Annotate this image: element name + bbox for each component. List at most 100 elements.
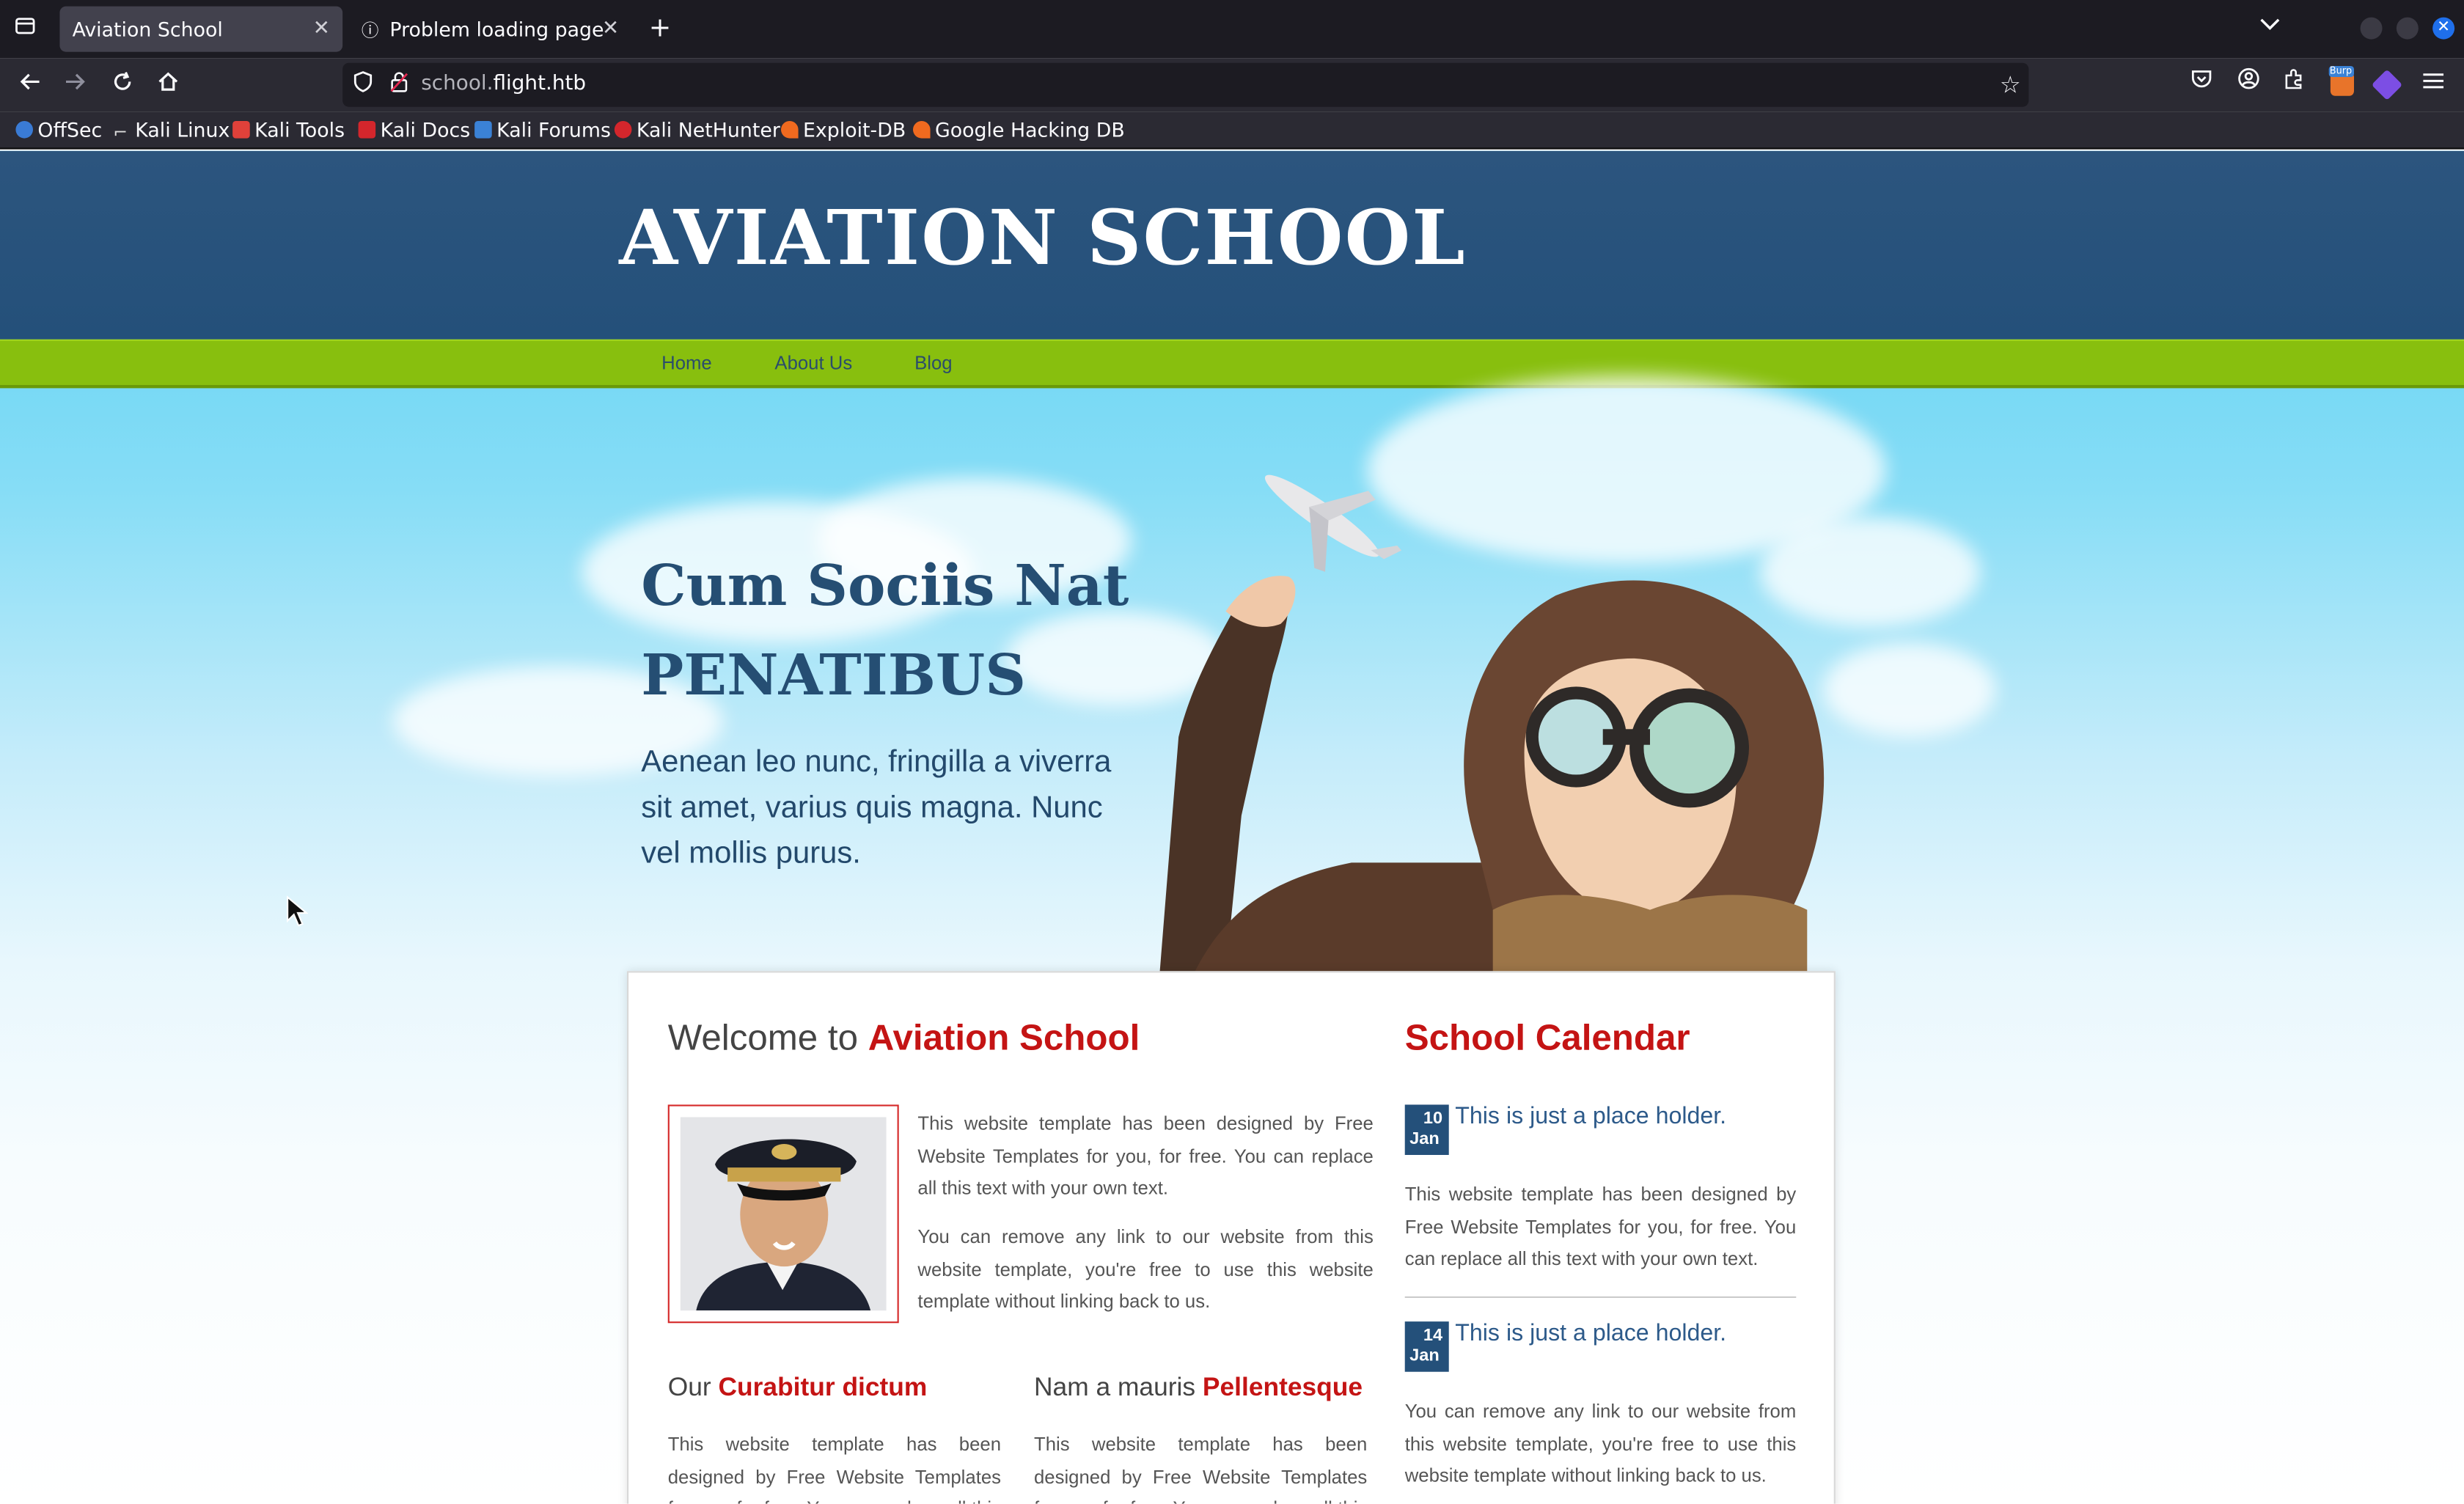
nav-home-link[interactable]: Home — [661, 341, 712, 386]
calendar-date-badge: 10 Jan — [1404, 1104, 1449, 1155]
curabitur-paragraph: This website template has been designed … — [667, 1433, 1001, 1503]
burp-extension-icon[interactable]: Burp — [2324, 66, 2358, 102]
screen: Aviation School ✕ ⓘ Problem loading page … — [0, 0, 2464, 1504]
extensions-icon[interactable] — [2277, 67, 2311, 102]
web-page: AVIATION SCHOOL Home About Us Blog Cum S… — [0, 150, 2464, 1504]
tab-aviation-school[interactable]: Aviation School ✕ — [59, 6, 343, 52]
pellentesque-heading-prefix: Nam a mauris — [1034, 1373, 1196, 1402]
hero-text: Aenean leo nunc, fringilla a viverra sit… — [641, 744, 1112, 871]
exploit-db-icon — [781, 121, 799, 139]
pocket-icon[interactable] — [2185, 67, 2219, 102]
purple-extension-icon[interactable] — [2369, 67, 2404, 102]
calendar-event-text: You can remove any link to our website f… — [1404, 1400, 1797, 1487]
shield-icon[interactable] — [351, 70, 375, 99]
close-tab-icon[interactable]: ✕ — [313, 7, 330, 52]
nethunter-icon — [614, 121, 632, 139]
hero-banner: Cum Sociis Nat PENATIBUS Aenean leo nunc,… — [0, 375, 2464, 973]
offsec-icon — [15, 121, 33, 139]
curabitur-heading-highlight: Curabitur dictum — [718, 1373, 928, 1402]
welcome-heading-prefix: Welcome to — [667, 1016, 859, 1058]
info-icon: ⓘ — [361, 20, 379, 41]
url-subdomain: school. — [421, 72, 494, 96]
account-icon[interactable] — [2232, 67, 2266, 102]
welcome-paragraph-2: You can remove any link to our website f… — [917, 1225, 1374, 1313]
content-panel: Welcome to Aviation School This website … — [627, 971, 1836, 1504]
close-tab-icon[interactable]: ✕ — [602, 7, 619, 52]
home-icon[interactable] — [151, 67, 186, 102]
site-title[interactable]: AVIATION SCHOOL — [619, 195, 1467, 283]
navigation-toolbar: school.flight.htb ☆ Burp — [0, 58, 2464, 112]
url-text[interactable]: school.flight.htb — [421, 63, 586, 107]
pellentesque-heading-highlight: Pellentesque — [1202, 1373, 1363, 1402]
bookmark-label: Kali Docs — [380, 117, 471, 142]
hamburger-menu-icon[interactable] — [2416, 67, 2450, 102]
url-domain: flight.htb — [493, 72, 587, 96]
pellentesque-paragraph: This website template has been designed … — [1034, 1433, 1368, 1503]
curabitur-heading-prefix: Our — [667, 1373, 711, 1402]
bookmark-kali-nethunter[interactable]: Kali NetHunter — [614, 117, 780, 145]
bookmark-kali-docs[interactable]: Kali Docs — [358, 117, 471, 145]
minimize-window-icon[interactable] — [2360, 17, 2383, 40]
bookmark-label: Google Hacking DB — [935, 117, 1125, 142]
maximize-window-icon[interactable] — [2396, 17, 2419, 40]
tab-list-icon[interactable] — [10, 14, 41, 45]
calendar-event-title-link[interactable]: This is just a place holder. — [1455, 1103, 1726, 1129]
kali-docs-icon — [358, 121, 376, 139]
pilot-photo — [680, 1117, 887, 1311]
school-calendar-heading: School Calendar — [1404, 1016, 1690, 1058]
calendar-day: 14 — [1423, 1326, 1443, 1346]
hero-headline-line-2: PENATIBUS — [641, 642, 1026, 709]
calendar-event-text: This website template has been designed … — [1404, 1183, 1797, 1270]
site-nav: Home About Us Blog — [0, 339, 2464, 389]
boy-with-toy-plane-illustration — [1159, 474, 1825, 973]
hero-headline-line-1: Cum Sociis Nat — [641, 553, 1129, 620]
lock-insecure-icon[interactable] — [386, 70, 411, 99]
bookmark-star-icon[interactable]: ☆ — [2000, 70, 2021, 99]
calendar-day: 10 — [1423, 1109, 1443, 1129]
calendar-month: Jan — [1409, 1129, 1440, 1149]
bookmark-kali-forums[interactable]: Kali Forums — [474, 117, 611, 145]
mouse-cursor-icon — [287, 895, 308, 927]
bookmark-label: Kali Linux — [135, 117, 230, 142]
tab-bar: Aviation School ✕ ⓘ Problem loading page … — [0, 0, 2464, 59]
tab-problem-loading[interactable]: ⓘ Problem loading page ✕ — [349, 7, 632, 52]
calendar-month: Jan — [1409, 1346, 1440, 1366]
nav-blog-link[interactable]: Blog — [914, 341, 952, 386]
close-window-icon[interactable]: ✕ — [2432, 17, 2455, 40]
welcome-heading-highlight: Aviation School — [868, 1016, 1140, 1058]
pilot-photo-frame[interactable] — [667, 1104, 899, 1324]
bookmark-exploit-db[interactable]: Exploit-DB — [781, 117, 906, 145]
chevron-down-icon[interactable] — [2259, 14, 2280, 37]
ghdb-icon — [913, 121, 931, 139]
bookmark-label: OffSec — [37, 117, 103, 142]
site-header: AVIATION SCHOOL — [0, 150, 2464, 340]
kali-dragon-icon: ⌐ — [113, 122, 128, 143]
new-tab-icon[interactable]: + — [645, 12, 676, 44]
kali-forums-icon — [474, 121, 492, 139]
welcome-paragraph-1: This website template has been designed … — [917, 1112, 1374, 1199]
bookmark-label: Kali NetHunter — [636, 117, 780, 142]
reload-icon[interactable] — [106, 67, 140, 102]
bookmark-kali-tools[interactable]: Kali Tools — [232, 117, 345, 145]
forward-arrow-icon[interactable] — [58, 67, 92, 102]
bookmark-google-hacking-db[interactable]: Google Hacking DB — [913, 117, 1125, 145]
bookmarks-toolbar: OffSec ⌐ Kali Linux Kali Tools Kali Docs … — [0, 111, 2464, 150]
url-bar[interactable]: school.flight.htb ☆ — [342, 62, 2029, 107]
calendar-event-title-link[interactable]: This is just a place holder. — [1455, 1320, 1726, 1346]
curabitur-heading: Our Curabitur dictum — [668, 1373, 928, 1404]
kali-tools-icon — [232, 121, 250, 139]
bookmark-offsec[interactable]: OffSec — [15, 117, 102, 145]
bookmark-label: Exploit-DB — [803, 117, 906, 142]
tab-label: Aviation School — [72, 17, 223, 41]
tab-label: Problem loading page — [389, 17, 604, 41]
pellentesque-heading: Nam a mauris Pellentesque — [1034, 1373, 1363, 1404]
welcome-heading: Welcome to Aviation School — [668, 1016, 1140, 1059]
nav-about-us-link[interactable]: About Us — [774, 341, 852, 386]
back-arrow-icon[interactable] — [12, 67, 47, 102]
bookmark-label: Kali Forums — [496, 117, 611, 142]
calendar-divider — [1404, 1296, 1797, 1298]
bookmark-label: Kali Tools — [254, 117, 345, 142]
bookmark-kali-linux[interactable]: ⌐ Kali Linux — [113, 117, 230, 145]
calendar-date-badge: 14 Jan — [1404, 1321, 1449, 1372]
hero-headline: Cum Sociis Nat PENATIBUS — [641, 542, 1129, 721]
